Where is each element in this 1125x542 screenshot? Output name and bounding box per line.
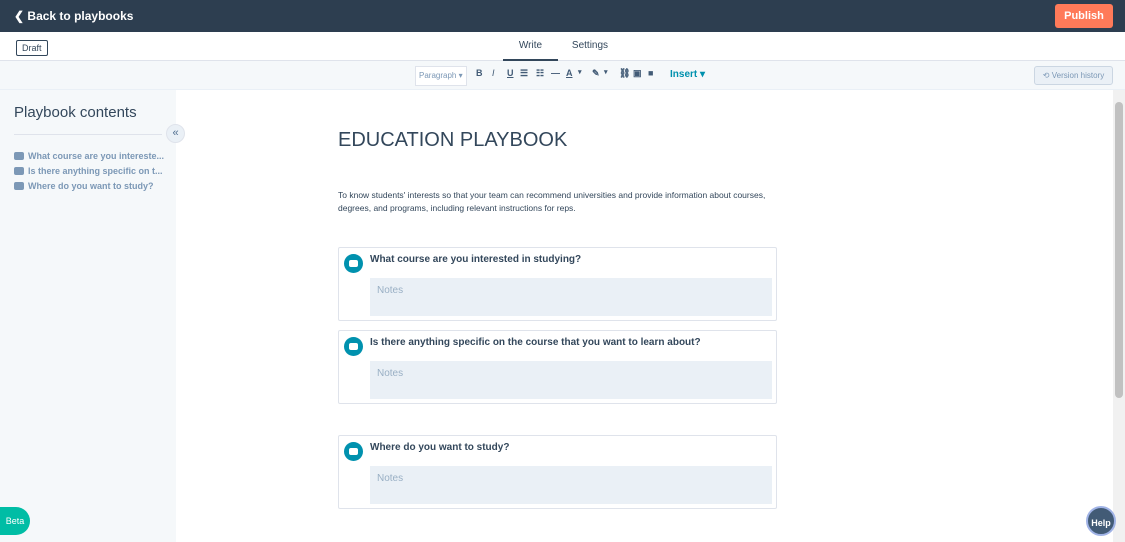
sidebar-title: Playbook contents bbox=[14, 104, 137, 121]
notes-input[interactable]: Notes bbox=[370, 361, 772, 399]
bulleted-list-icon[interactable]: ☰ bbox=[520, 68, 528, 79]
question-text: Is there anything specific on the course… bbox=[370, 337, 701, 348]
sidebar: Playbook contents « What course are you … bbox=[0, 90, 185, 542]
chevron-down-icon[interactable]: ▾ bbox=[604, 68, 608, 76]
notes-input[interactable]: Notes bbox=[370, 278, 772, 316]
question-icon bbox=[14, 167, 24, 175]
version-history-button[interactable]: ⟲ Version history bbox=[1034, 66, 1113, 85]
editor-toolbar: Paragraph ▾ B I U ☰ ☷ — A ▾ ✎ ▾ ⛓ ▣ ■ In… bbox=[0, 61, 1125, 90]
sidebar-item[interactable]: Where do you want to study? bbox=[14, 181, 154, 191]
question-card: Where do you want to study? Notes bbox=[338, 435, 777, 509]
sidebar-item[interactable]: What course are you intereste... bbox=[14, 151, 164, 161]
question-text: Where do you want to study? bbox=[370, 442, 510, 453]
tab-write[interactable]: Write bbox=[503, 32, 558, 61]
publish-button[interactable]: Publish bbox=[1055, 4, 1113, 28]
tab-settings[interactable]: Settings bbox=[565, 32, 615, 61]
underline-button[interactable]: U bbox=[507, 68, 514, 78]
top-bar: ❮ Back to playbooks Publish bbox=[0, 0, 1125, 32]
question-icon bbox=[14, 152, 24, 160]
beta-button[interactable]: Beta bbox=[0, 507, 30, 535]
help-button[interactable]: Help bbox=[1086, 506, 1116, 536]
divider bbox=[14, 134, 162, 135]
chevron-down-icon[interactable]: ▾ bbox=[578, 68, 582, 76]
numbered-list-icon[interactable]: ☷ bbox=[536, 68, 544, 79]
question-icon bbox=[344, 254, 363, 273]
horizontal-rule-icon[interactable]: — bbox=[551, 68, 560, 78]
page-title[interactable]: EDUCATION PLAYBOOK bbox=[338, 129, 567, 152]
text-color-button[interactable]: A bbox=[566, 68, 573, 78]
collapse-sidebar-button[interactable]: « bbox=[166, 124, 185, 143]
question-icon bbox=[14, 182, 24, 190]
history-icon: ⟲ bbox=[1042, 71, 1050, 80]
tabs-row: Draft Write Settings bbox=[0, 32, 1125, 61]
notes-input[interactable]: Notes bbox=[370, 466, 772, 504]
status-badge: Draft bbox=[16, 40, 48, 56]
image-icon[interactable]: ▣ bbox=[633, 68, 642, 79]
sidebar-item[interactable]: Is there anything specific on t... bbox=[14, 166, 163, 176]
playbook-description[interactable]: To know students' interests so that your… bbox=[338, 189, 768, 215]
question-icon bbox=[344, 337, 363, 356]
bold-button[interactable]: B bbox=[476, 68, 483, 78]
question-card: Is there anything specific on the course… bbox=[338, 330, 777, 404]
question-text: What course are you interested in studyi… bbox=[370, 254, 582, 265]
link-icon[interactable]: ⛓ bbox=[619, 68, 630, 79]
back-to-playbooks-link[interactable]: ❮ Back to playbooks bbox=[14, 9, 133, 23]
insert-menu[interactable]: Insert ▾ bbox=[670, 69, 705, 80]
italic-button[interactable]: I bbox=[492, 68, 495, 78]
question-card: What course are you interested in studyi… bbox=[338, 247, 777, 321]
scrollbar-thumb[interactable] bbox=[1115, 102, 1123, 398]
scrollbar[interactable] bbox=[1113, 90, 1125, 542]
chevron-left-icon: ❮ bbox=[14, 9, 25, 23]
question-icon bbox=[344, 442, 363, 461]
highlight-icon[interactable]: ✎ bbox=[592, 68, 600, 79]
paragraph-select[interactable]: Paragraph ▾ bbox=[415, 66, 467, 86]
question-icon[interactable]: ■ bbox=[648, 68, 653, 78]
